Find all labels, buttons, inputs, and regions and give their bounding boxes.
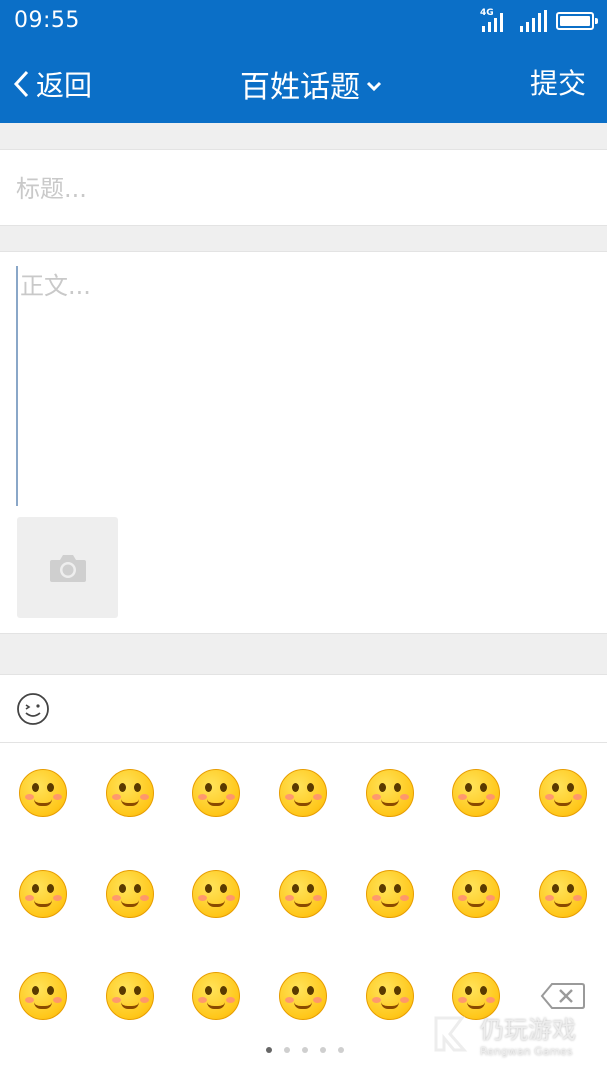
submit-button[interactable]: 提交 [530,64,586,104]
page-dot [266,1047,272,1053]
angry-emoji[interactable] [17,868,69,920]
status-bar: 09:55 4G [0,0,607,44]
emoji-page-indicator [266,1047,344,1053]
page-dot [320,1047,326,1053]
thinking-emoji[interactable] [364,767,416,819]
sick-emoji[interactable] [190,868,242,920]
blush-emoji[interactable] [364,970,416,1022]
watermark-subtext: Rengwan Games [480,1045,573,1058]
hug-emoji[interactable] [364,868,416,920]
page-dot [302,1047,308,1053]
page-dot [284,1047,290,1053]
laughing-emoji[interactable] [277,970,329,1022]
tongue-out-emoji[interactable] [277,868,329,920]
shocked-sweat-emoji[interactable] [450,868,502,920]
chevron-left-icon [13,70,29,98]
wonder-emoji[interactable] [277,767,329,819]
signal-icon [520,10,547,32]
app-bar: 返回 百姓话题 提交 [0,44,607,123]
crying-emoji[interactable] [450,767,502,819]
chevron-down-icon [366,81,382,92]
wink-emoji[interactable] [537,767,589,819]
topic-selector[interactable]: 百姓话题 [240,64,382,105]
backspace-icon[interactable] [540,982,586,1010]
watermark-text: 仍玩游戏 [480,1016,576,1044]
watermark: 仍玩游戏 Rengwan Games [430,1010,576,1058]
love-heart-emoji[interactable] [17,767,69,819]
camera-icon [49,554,86,582]
yawn-emoji[interactable] [537,868,589,920]
title-field [0,149,607,226]
add-photo-button[interactable] [17,517,118,618]
title-input[interactable] [16,170,591,208]
page-dot [338,1047,344,1053]
pray-emoji[interactable] [190,767,242,819]
back-button[interactable]: 返回 [12,64,92,104]
scared-emoji[interactable] [104,970,156,1022]
page-title: 百姓话题 [240,70,360,105]
signal-4g-icon [482,13,503,32]
mouth-sealed-emoji[interactable] [104,868,156,920]
editor-toolbar [0,674,607,743]
toast-10t-emoji[interactable] [190,970,242,1022]
sleepy-emoji[interactable] [17,970,69,1022]
body-input[interactable] [16,266,591,506]
battery-icon [556,12,598,30]
status-time: 09:55 [14,8,80,33]
back-label: 返回 [36,69,93,102]
smirk-emoji[interactable] [104,767,156,819]
body-panel [0,251,607,634]
smiley-icon[interactable] [16,692,50,726]
watermark-logo-icon [434,1016,468,1052]
